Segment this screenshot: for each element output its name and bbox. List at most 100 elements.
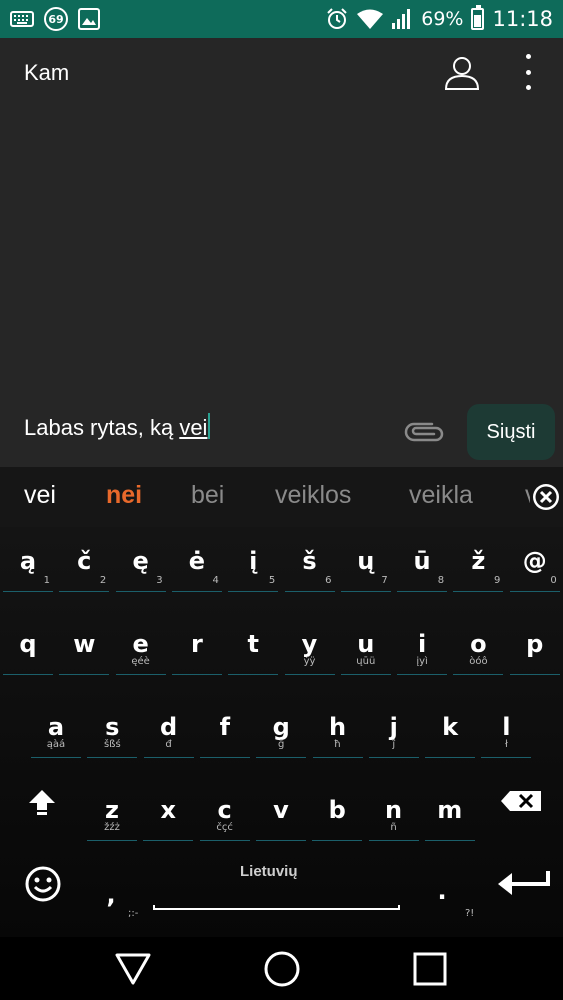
key-v[interactable]: v bbox=[253, 776, 309, 856]
key-label: c bbox=[217, 796, 232, 824]
key-č[interactable]: č2 bbox=[56, 527, 112, 607]
key-underline bbox=[171, 674, 222, 675]
key-j[interactable]: jĵ bbox=[366, 693, 422, 773]
person-icon bbox=[444, 57, 480, 90]
send-button[interactable]: Siųsti bbox=[467, 404, 555, 460]
key-underline bbox=[143, 757, 194, 758]
key-alternates-hint: įyì bbox=[416, 656, 428, 667]
suggestion-1[interactable]: nei bbox=[106, 481, 142, 510]
key-i[interactable]: i įyì bbox=[394, 610, 450, 690]
key-b[interactable]: b bbox=[309, 776, 365, 856]
key-underline bbox=[397, 591, 448, 592]
key-alternates-hint: ĝ bbox=[278, 739, 285, 750]
key-label: t bbox=[247, 630, 259, 658]
key-underline bbox=[171, 591, 222, 592]
key-f[interactable]: f bbox=[197, 693, 253, 773]
key-c[interactable]: c čçć bbox=[197, 776, 253, 856]
key-g[interactable]: gĝ bbox=[253, 693, 309, 773]
attachment-button[interactable] bbox=[402, 418, 448, 446]
enter-key[interactable] bbox=[494, 849, 554, 929]
key-underline bbox=[368, 840, 419, 841]
key-a[interactable]: a ąàá bbox=[28, 693, 84, 773]
key-ū[interactable]: ū8 bbox=[394, 527, 450, 607]
key-label: x bbox=[160, 796, 177, 824]
suggestion-4[interactable]: veikla bbox=[409, 481, 473, 510]
key-underline bbox=[87, 840, 137, 841]
key-underline bbox=[143, 840, 194, 841]
keyboard-icon bbox=[10, 11, 34, 27]
key-h[interactable]: hħ bbox=[310, 693, 366, 773]
key-d[interactable]: dđ bbox=[141, 693, 197, 773]
key-label: h bbox=[328, 713, 347, 741]
key-y[interactable]: y ýÿ bbox=[282, 610, 338, 690]
key-underline bbox=[397, 674, 448, 675]
key-ž[interactable]: ž9 bbox=[450, 527, 506, 607]
suggestion-0[interactable]: vei bbox=[24, 481, 56, 510]
key-s[interactable]: s šßś bbox=[84, 693, 140, 773]
wifi-icon bbox=[357, 9, 384, 29]
key-x[interactable]: x bbox=[140, 776, 196, 856]
key-k[interactable]: k bbox=[422, 693, 478, 773]
key-w[interactable]: w bbox=[56, 610, 112, 690]
key-alternates-hint: šßś bbox=[103, 739, 121, 750]
key-ų[interactable]: ų7 bbox=[338, 527, 394, 607]
recents-button[interactable] bbox=[410, 949, 450, 989]
key-t[interactable]: t bbox=[225, 610, 281, 690]
key-n[interactable]: nñ bbox=[366, 776, 422, 856]
key-underline bbox=[284, 591, 335, 592]
suggestion-3[interactable]: veiklos bbox=[275, 481, 351, 510]
key-z[interactable]: z žźż bbox=[84, 776, 140, 856]
key-label: š bbox=[302, 547, 317, 575]
period-key[interactable]: . bbox=[414, 849, 470, 929]
more-options-icon[interactable] bbox=[518, 54, 538, 90]
emoji-key[interactable] bbox=[15, 849, 71, 929]
key-į[interactable]: į5 bbox=[225, 527, 281, 607]
key-e[interactable]: e ęéè bbox=[113, 610, 169, 690]
key-label: ž bbox=[471, 547, 486, 575]
key-q[interactable]: q bbox=[0, 610, 56, 690]
keyboard: ą 1 č 2 ę 3 ė 4 į 5 š 6 ų 7 ū 8 ž 9 @0 q w e ęéè r t y ýÿ u ųūü i įyì… bbox=[0, 527, 563, 937]
contact-picker-button[interactable] bbox=[442, 53, 482, 93]
key-label: w bbox=[73, 630, 96, 658]
key-number-hint: 7 bbox=[381, 575, 388, 586]
key-ė[interactable]: ė4 bbox=[169, 527, 225, 607]
backspace-key[interactable] bbox=[493, 766, 549, 846]
space-bar[interactable] bbox=[153, 905, 400, 910]
key-@[interactable]: @0 bbox=[507, 527, 563, 607]
key-label: j bbox=[389, 713, 398, 741]
key-underline bbox=[312, 757, 363, 758]
key-l[interactable]: lł bbox=[478, 693, 534, 773]
composing-word: vei bbox=[179, 415, 208, 440]
shift-key[interactable] bbox=[14, 766, 70, 846]
key-label: s bbox=[105, 713, 120, 741]
home-button[interactable] bbox=[262, 949, 302, 989]
suggestion-2[interactable]: bei bbox=[191, 481, 224, 510]
key-number-hint: 9 bbox=[494, 575, 501, 586]
key-underline bbox=[312, 840, 363, 841]
key-alternates-hint: ĵ bbox=[392, 739, 396, 750]
key-label: i bbox=[417, 630, 427, 658]
close-suggestions-button[interactable] bbox=[530, 481, 562, 513]
key-u[interactable]: u ųūü bbox=[338, 610, 394, 690]
key-š[interactable]: š6 bbox=[282, 527, 338, 607]
key-label: u bbox=[357, 630, 375, 658]
key-label: b bbox=[328, 796, 346, 824]
key-label: d bbox=[160, 713, 178, 741]
key-number-hint: 5 bbox=[268, 575, 276, 586]
message-input[interactable]: Labas rytas, ką vei bbox=[24, 413, 211, 441]
key-p[interactable]: p bbox=[507, 610, 563, 690]
key-m[interactable]: m bbox=[422, 776, 478, 856]
key-underline bbox=[453, 674, 504, 675]
key-ę[interactable]: ę3 bbox=[113, 527, 169, 607]
back-button[interactable] bbox=[113, 949, 153, 989]
key-label: l bbox=[502, 713, 511, 741]
key-o[interactable]: o òóô bbox=[450, 610, 506, 690]
key-r[interactable]: r bbox=[169, 610, 225, 690]
key-label: ū bbox=[413, 547, 431, 575]
language-label: Lietuvių bbox=[240, 863, 298, 880]
key-number-hint: 3 bbox=[156, 575, 163, 586]
recipient-field[interactable]: Kam bbox=[24, 60, 69, 86]
key-underline bbox=[509, 591, 560, 592]
key-underline bbox=[59, 591, 110, 592]
key-ą[interactable]: ą1 bbox=[0, 527, 56, 607]
